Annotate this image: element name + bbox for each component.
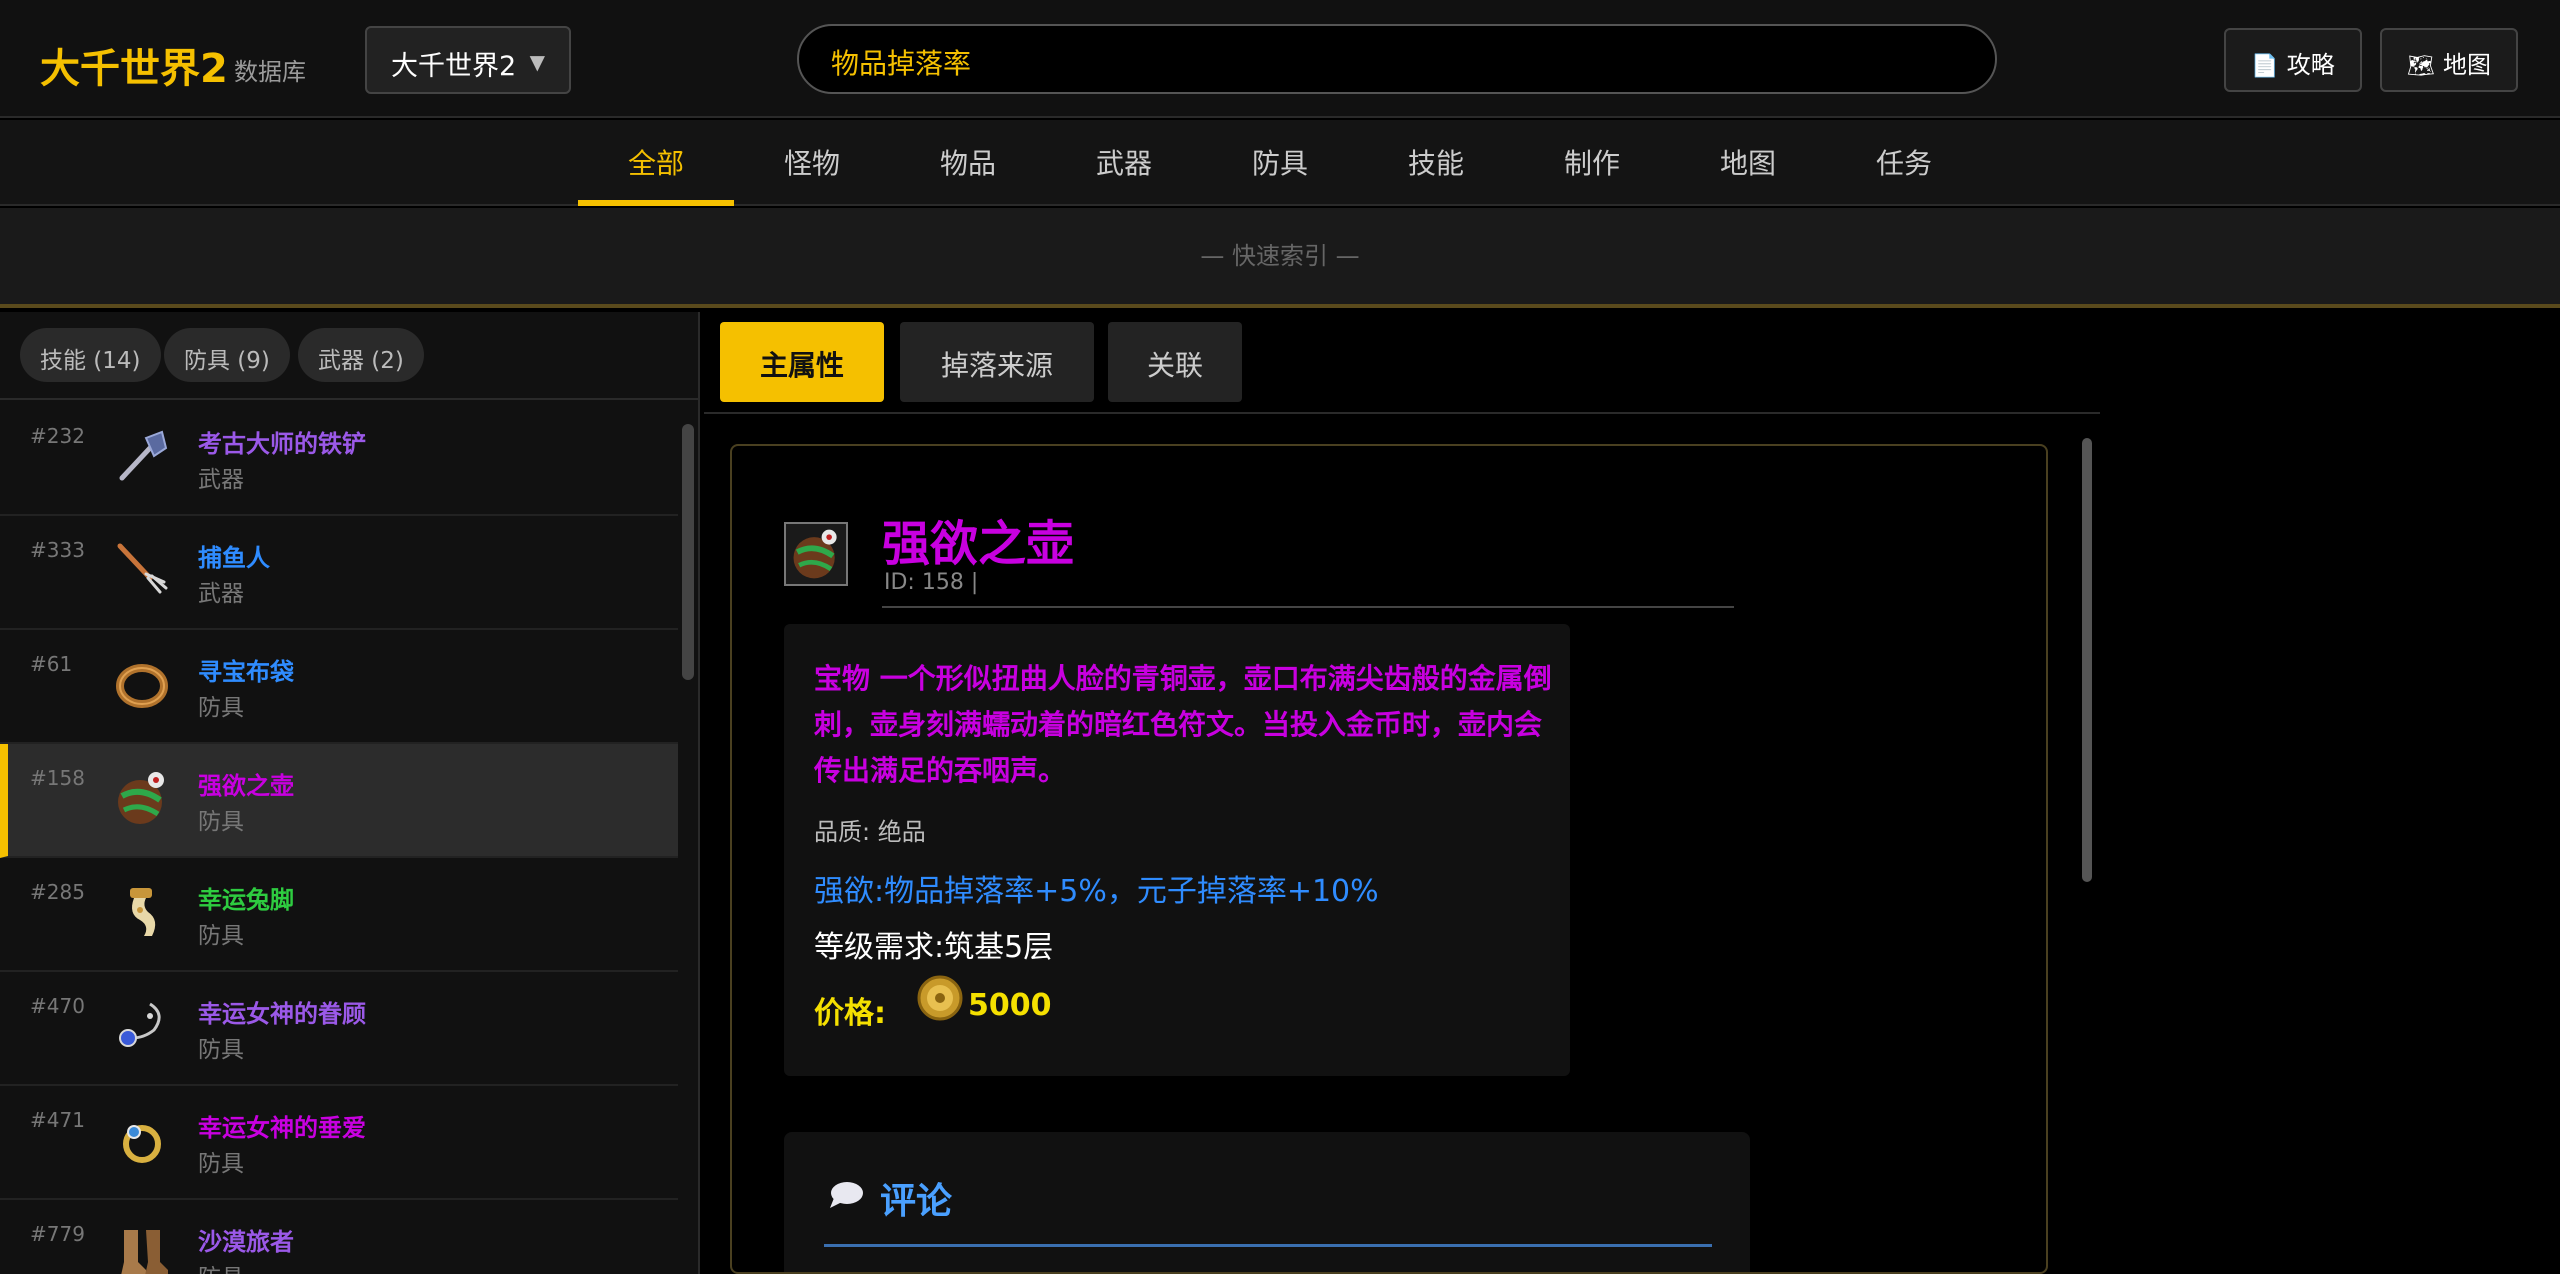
- item-description: 宝物 一个形似扭曲人脸的青铜壶，壶口布满尖齿般的金属倒刺，壶身刻满蠕动着的暗红色…: [814, 662, 1552, 787]
- item-type: 武器: [198, 581, 244, 607]
- greed-jar-icon: [118, 772, 164, 824]
- filter-chip-skills[interactable]: 技能 (14): [20, 328, 161, 382]
- header: 大千世界2 数据库 大千世界2 ▼ 物品掉落率 📄 攻略 🗺 地图: [0, 0, 2560, 118]
- greed-jar-icon: [784, 522, 848, 586]
- nav-tab-armor[interactable]: 防具: [1202, 120, 1358, 206]
- item-number: #779: [30, 1222, 85, 1246]
- list-item[interactable]: #779 沙漠旅者 防具: [0, 1200, 678, 1274]
- pouch-icon: [116, 664, 168, 708]
- map-button-label: 地图: [2442, 51, 2491, 79]
- comments-title: 评论: [880, 1181, 953, 1222]
- list-item[interactable]: #333 捕鱼人 武器: [0, 516, 678, 630]
- category-nav: 全部 怪物 物品 武器 防具 技能 制作 地图 任务: [0, 120, 2560, 206]
- item-type: 防具: [198, 809, 244, 835]
- list-item[interactable]: #471 幸运女神的垂爱 防具: [0, 1086, 678, 1200]
- item-effect: 强欲:物品掉落率+5%，元子掉落率+10%: [814, 874, 1379, 909]
- item-type: 防具: [198, 923, 244, 949]
- speech-bubble-icon: [830, 1182, 863, 1208]
- item-quality: 品质: 绝品: [814, 818, 926, 846]
- item-number: #158: [30, 766, 85, 790]
- ring-icon: [123, 1125, 161, 1163]
- tab-related[interactable]: 关联: [1108, 322, 1242, 402]
- comments-divider: [824, 1244, 1712, 1247]
- filter-chip-weapons[interactable]: 武器 (2): [298, 328, 424, 382]
- map-icon: 🗺: [2407, 54, 2435, 79]
- comments-section: 评论: [784, 1132, 1750, 1272]
- list-item[interactable]: #285 幸运兔脚 防具: [0, 858, 678, 972]
- item-number: #470: [30, 994, 85, 1018]
- list-item[interactable]: #470 幸运女神的眷顾 防具: [0, 972, 678, 1086]
- list-item[interactable]: #61 寻宝布袋 防具: [0, 630, 678, 744]
- item-type: 防具: [198, 695, 244, 721]
- item-name: 沙漠旅者: [198, 1228, 294, 1256]
- item-number: #471: [30, 1108, 85, 1132]
- gold-coin-icon: [917, 975, 963, 1021]
- game-select[interactable]: 大千世界2 ▼: [365, 26, 571, 94]
- boots-icon: [121, 1230, 168, 1274]
- nav-tab-all[interactable]: 全部: [578, 120, 734, 206]
- item-name: 幸运女神的眷顾: [198, 1000, 366, 1028]
- item-requirement: 等级需求:筑基5层: [814, 930, 1054, 965]
- search-input[interactable]: 物品掉落率: [797, 24, 1997, 94]
- nav-tab-items[interactable]: 物品: [890, 120, 1046, 206]
- list-item-selected[interactable]: #158 强欲之壶 防具: [0, 744, 678, 858]
- guide-button[interactable]: 📄 攻略: [2224, 28, 2362, 92]
- item-number: #232: [30, 424, 85, 448]
- detail-tabs: 主属性 掉落来源 关联: [704, 312, 2100, 414]
- item-number: #285: [30, 880, 85, 904]
- quick-index: — 快速索引 —: [0, 208, 2560, 308]
- nav-tab-weapons[interactable]: 武器: [1046, 120, 1202, 206]
- necklace-icon: [119, 1002, 161, 1047]
- item-id: ID: 158 |: [884, 570, 979, 595]
- nav-tab-skills[interactable]: 技能: [1358, 120, 1514, 206]
- item-name: 幸运兔脚: [198, 886, 294, 914]
- document-icon: 📄: [2251, 54, 2279, 79]
- site-logo[interactable]: 大千世界2: [40, 36, 228, 94]
- guide-button-label: 攻略: [2286, 51, 2335, 79]
- title-divider: [882, 606, 1734, 608]
- filter-bar: 技能 (14) 防具 (9) 武器 (2): [0, 312, 698, 400]
- item-name: 寻宝布袋: [198, 658, 294, 686]
- item-name: 幸运女神的垂爱: [198, 1114, 366, 1142]
- price-label: 价格:: [814, 996, 886, 1031]
- item-title: 强欲之壶: [882, 516, 1075, 572]
- site-logo-subtitle: 数据库: [234, 58, 306, 86]
- result-sidebar: 技能 (14) 防具 (9) 武器 (2) #232 考古大师的铁铲 武器 #3…: [0, 312, 700, 1274]
- item-number: #333: [30, 538, 85, 562]
- list-item[interactable]: #232 考古大师的铁铲 武器: [0, 402, 678, 516]
- nav-tab-quests[interactable]: 任务: [1826, 120, 1982, 206]
- map-button[interactable]: 🗺 地图: [2380, 28, 2518, 92]
- fishing-fork-icon: [117, 543, 168, 594]
- item-type: 防具: [198, 1037, 244, 1063]
- sidebar-scrollbar-thumb[interactable]: [682, 424, 694, 680]
- item-name: 捕鱼人: [198, 544, 270, 572]
- chevron-down-icon: ▼: [529, 50, 545, 74]
- filter-chip-armor[interactable]: 防具 (9): [164, 328, 290, 382]
- tab-main-attributes[interactable]: 主属性: [720, 322, 884, 402]
- item-type: 防具: [198, 1258, 244, 1274]
- rabbit-foot-icon: [130, 888, 156, 936]
- nav-tab-map[interactable]: 地图: [1670, 120, 1826, 206]
- shovel-icon: [119, 430, 168, 481]
- nav-tab-crafting[interactable]: 制作: [1514, 120, 1670, 206]
- content-scrollbar-thumb[interactable]: [2082, 438, 2092, 882]
- item-info-box: 宝物 一个形似扭曲人脸的青铜壶，壶口布满尖齿般的金属倒刺，壶身刻满蠕动着的暗红色…: [784, 624, 1570, 1076]
- nav-tab-monsters[interactable]: 怪物: [734, 120, 890, 206]
- price-value: 5000: [968, 988, 1052, 1023]
- item-type: 防具: [198, 1151, 244, 1177]
- item-name: 考古大师的铁铲: [198, 430, 366, 458]
- item-type: 武器: [198, 467, 244, 493]
- item-detail-card: 强欲之壶 ID: 158 | 宝物 一个形似扭曲人脸的青铜壶，壶口布满尖齿般的金…: [730, 444, 2048, 1274]
- tab-drop-sources[interactable]: 掉落来源: [900, 322, 1094, 402]
- item-number: #61: [30, 652, 73, 676]
- item-name: 强欲之壶: [198, 772, 294, 800]
- game-select-value: 大千世界2: [391, 51, 517, 82]
